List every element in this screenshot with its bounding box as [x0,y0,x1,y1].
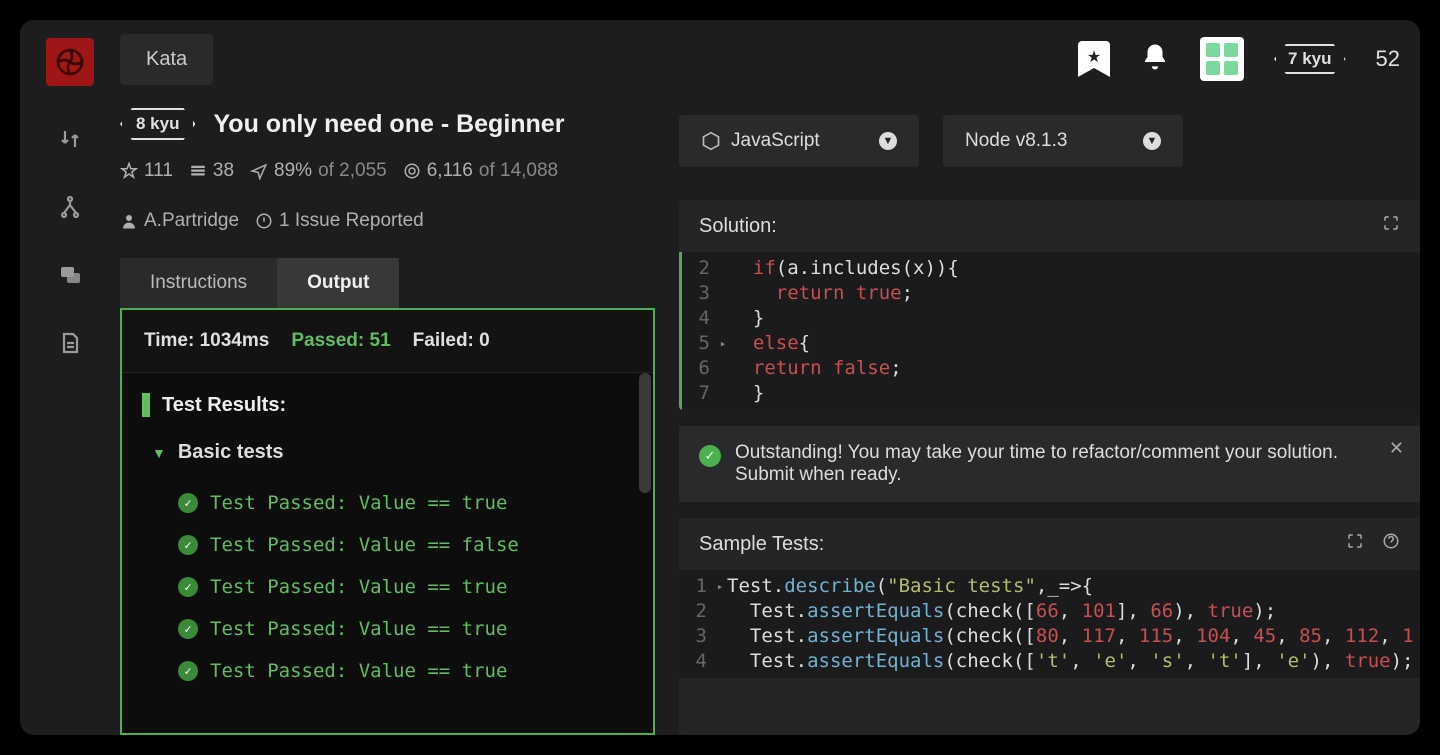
user-rank-badge: 7 kyu [1274,44,1345,74]
passed-stat: Passed: 51 [291,330,390,352]
test-result-line: ✓Test Passed: Value == true [142,482,633,524]
stars-stat[interactable]: 111 [120,154,173,188]
tab-instructions[interactable]: Instructions [120,258,277,308]
code-line: 4 Test.assertEquals(check(['t', 'e', 's'… [679,649,1420,674]
git-branch-icon[interactable] [55,192,85,222]
document-icon[interactable] [55,328,85,358]
success-notice: ✓ Outstanding! You may take your time to… [679,426,1420,502]
kata-header: 8 kyu You only need one - Beginner 111 3… [120,98,655,258]
satisfaction-stat[interactable]: 89% of 2,055 [250,154,387,188]
failed-stat: Failed: 0 [413,330,490,352]
code-line: 2 Test.assertEquals(check([66, 101], 66)… [679,599,1420,624]
check-icon: ✓ [178,535,198,555]
language-select[interactable]: JavaScript ▼ [679,115,919,167]
test-result-line: ✓Test Passed: Value == true [142,650,633,692]
logo-icon[interactable] [46,38,94,86]
tab-output[interactable]: Output [277,258,399,308]
completed-stat[interactable]: 6,116 of 14,088 [403,154,558,188]
check-circle-icon: ✓ [699,445,721,467]
code-line: 2 if(a.includes(x)){ [682,256,1420,281]
kata-rank-badge: 8 kyu [120,108,195,140]
check-icon: ✓ [178,619,198,639]
test-result-line: ✓Test Passed: Value == true [142,608,633,650]
tabs: Instructions Output [120,258,655,308]
avatar[interactable] [1200,37,1244,81]
help-icon[interactable] [1382,532,1400,556]
expand-icon[interactable] [1346,532,1364,556]
test-results-header: Test Results: [142,393,633,417]
sample-tests-panel: Sample Tests: 1▸Test.describe("Basic tes… [679,518,1420,735]
check-icon: ✓ [178,577,198,597]
code-line: 5▸ else{ [682,331,1420,356]
code-line: 1▸Test.describe("Basic tests",_=>{ [679,574,1420,599]
code-line: 3 return true; [682,281,1420,306]
runtime-select[interactable]: Node v8.1.3 ▼ [943,115,1183,167]
code-line: 3 Test.assertEquals(check([80, 117, 115,… [679,624,1420,649]
chevron-down-icon: ▼ [1143,132,1161,150]
time-stat: Time: 1034ms [144,330,269,352]
check-icon: ✓ [178,661,198,681]
test-result-line: ✓Test Passed: Value == false [142,524,633,566]
sidebar [20,20,120,735]
code-line: 6 return false; [682,356,1420,381]
output-panel: Time: 1034ms Passed: 51 Failed: 0 Test R… [120,308,655,735]
code-line: 7 } [682,381,1420,406]
sample-header: Sample Tests: [699,533,824,556]
bookmark-icon[interactable]: ★ [1078,41,1110,77]
close-icon[interactable]: ✕ [1389,438,1404,459]
solution-panel: Solution: 2 if(a.includes(x)){3 return t… [679,200,1420,410]
notice-text: Outstanding! You may take your time to r… [735,442,1400,486]
check-icon: ✓ [178,493,198,513]
section-label[interactable]: Kata [120,34,213,85]
chevron-down-icon: ▼ [879,132,897,150]
kata-title: You only need one - Beginner [213,110,564,139]
topbar: Kata ★ 7 kyu 52 [120,20,1420,98]
solution-header: Solution: [699,215,777,238]
author-link[interactable]: A.Partridge [120,204,239,238]
bell-icon[interactable] [1140,42,1170,77]
compare-icon[interactable] [55,124,85,154]
solution-editor[interactable]: 2 if(a.includes(x)){3 return true;4 }5▸ … [679,252,1420,410]
collections-stat[interactable]: 38 [189,154,234,188]
honor-points: 52 [1376,46,1400,72]
expand-icon[interactable] [1382,214,1400,238]
chat-icon[interactable] [55,260,85,290]
sample-editor[interactable]: 1▸Test.describe("Basic tests",_=>{2 Test… [679,570,1420,678]
code-line: 4 } [682,306,1420,331]
issues-link[interactable]: 1 Issue Reported [255,204,424,238]
test-group-toggle[interactable]: Basic tests [142,441,633,464]
test-result-line: ✓Test Passed: Value == true [142,566,633,608]
